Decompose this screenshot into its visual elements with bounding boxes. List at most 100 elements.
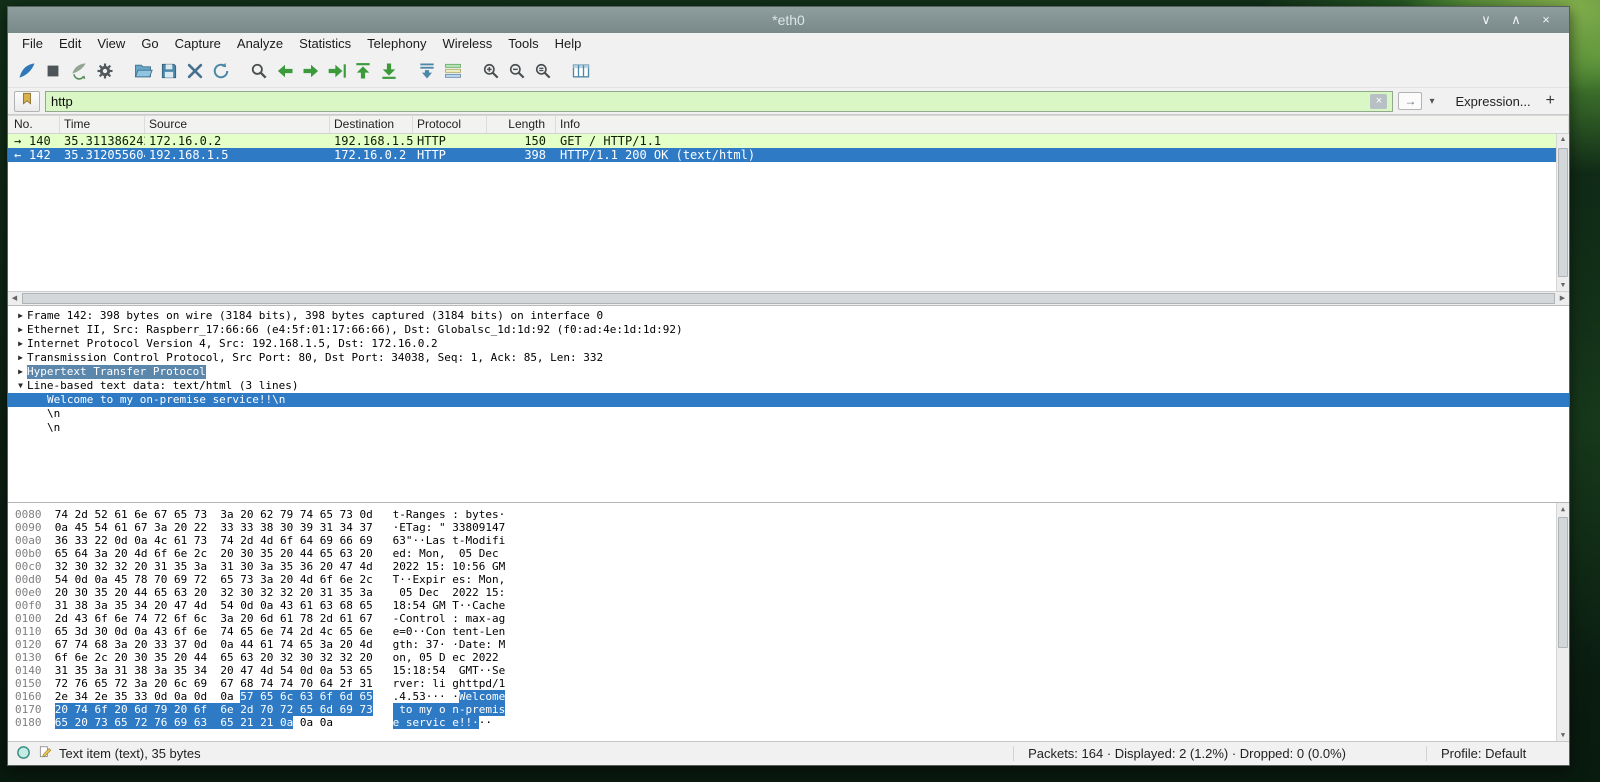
zoom-original-icon[interactable] <box>530 58 556 84</box>
maximize-icon[interactable]: ∧ <box>1509 12 1523 28</box>
scrollbar-thumb[interactable] <box>1558 148 1568 277</box>
colorize-icon[interactable] <box>440 58 466 84</box>
expander-icon[interactable]: ▶ <box>14 323 27 337</box>
column-header-src[interactable]: Source <box>145 116 330 133</box>
menu-tools[interactable]: Tools <box>500 34 546 53</box>
hscrollbar-thumb[interactable] <box>22 293 1555 304</box>
status-profile[interactable]: Profile: Default <box>1426 746 1561 761</box>
column-header-len[interactable]: Length <box>487 116 556 133</box>
filter-apply-button[interactable]: → <box>1398 92 1422 110</box>
packet-list-hscrollbar[interactable]: ◀ ▶ <box>8 291 1569 306</box>
filter-clear-icon[interactable]: × <box>1370 94 1387 109</box>
detail-row[interactable]: \n <box>8 407 1569 421</box>
close-icon[interactable]: × <box>1539 12 1553 28</box>
packet-row-140[interactable]: →14035.311386242172.16.0.2192.168.1.5HTT… <box>8 134 1569 148</box>
expander-icon[interactable]: ▶ <box>14 337 27 351</box>
detail-row[interactable]: ▶Frame 142: 398 bytes on wire (3184 bits… <box>8 309 1569 323</box>
hex-row-0080[interactable]: 0080 74 2d 52 61 6e 67 65 73 3a 20 62 79… <box>15 508 1553 521</box>
filter-dropdown-caret-icon[interactable]: ▾ <box>1427 96 1436 107</box>
packet-list-scrollbar[interactable]: ▲ ▼ <box>1556 134 1569 291</box>
column-header-dst[interactable]: Destination <box>330 116 413 133</box>
menu-help[interactable]: Help <box>547 34 590 53</box>
expression-button[interactable]: Expression... <box>1442 94 1539 109</box>
hex-row-00d0[interactable]: 00d0 54 0d 0a 45 78 70 69 72 65 73 3a 20… <box>15 573 1553 586</box>
reload-icon[interactable] <box>208 58 234 84</box>
scroll-right-icon[interactable]: ▶ <box>1556 292 1569 305</box>
menu-view[interactable]: View <box>89 34 133 53</box>
capture-options-icon[interactable] <box>92 58 118 84</box>
scroll-down-icon[interactable]: ▼ <box>1557 282 1569 289</box>
display-filter-input[interactable]: http × <box>45 91 1393 112</box>
expert-info-icon[interactable] <box>16 745 31 763</box>
save-file-icon[interactable] <box>156 58 182 84</box>
column-header-proto[interactable]: Protocol <box>413 116 487 133</box>
hex-row-0140[interactable]: 0140 31 35 3a 31 38 3a 35 34 20 47 4d 54… <box>15 664 1553 677</box>
capture-stop-icon[interactable] <box>40 58 66 84</box>
menu-go[interactable]: Go <box>133 34 166 53</box>
scroll-up-icon[interactable]: ▲ <box>1557 136 1569 143</box>
detail-row[interactable]: ▼Line-based text data: text/html (3 line… <box>8 379 1569 393</box>
close-file-icon[interactable] <box>182 58 208 84</box>
menu-file[interactable]: File <box>14 34 51 53</box>
hex-row-00e0[interactable]: 00e0 20 30 35 20 44 65 63 20 32 30 32 32… <box>15 586 1553 599</box>
hex-row-0090[interactable]: 0090 0a 45 54 61 67 3a 20 22 33 33 38 30… <box>15 521 1553 534</box>
detail-row[interactable]: ▶Ethernet II, Src: Raspberr_17:66:66 (e4… <box>8 323 1569 337</box>
expander-icon[interactable]: ▶ <box>14 309 27 323</box>
autoscroll-icon[interactable] <box>414 58 440 84</box>
column-header-time[interactable]: Time <box>60 116 145 133</box>
zoom-in-icon[interactable] <box>478 58 504 84</box>
detail-row[interactable]: \n <box>8 421 1569 435</box>
resize-columns-icon[interactable] <box>568 58 594 84</box>
menu-capture[interactable]: Capture <box>167 34 229 53</box>
go-forward-icon[interactable] <box>298 58 324 84</box>
go-bottom-icon[interactable] <box>376 58 402 84</box>
hex-gap <box>42 612 55 625</box>
hex-row-0120[interactable]: 0120 67 74 68 3a 20 33 37 0d 0a 44 61 74… <box>15 638 1553 651</box>
hex-row-00c0[interactable]: 00c0 32 30 32 32 20 31 35 3a 31 30 3a 35… <box>15 560 1553 573</box>
detail-row[interactable]: Welcome to my on-premise service!!\n <box>8 393 1569 407</box>
hex-row-0180[interactable]: 0180 65 20 73 65 72 76 69 63 65 21 21 0a… <box>15 716 1553 729</box>
menu-edit[interactable]: Edit <box>51 34 89 53</box>
menu-wireless[interactable]: Wireless <box>434 34 500 53</box>
menu-statistics[interactable]: Statistics <box>291 34 359 53</box>
packet-row-142[interactable]: ←14235.312055604192.168.1.5172.16.0.2HTT… <box>8 148 1569 162</box>
hex-row-0110[interactable]: 0110 65 3d 30 0d 0a 43 6f 6e 74 65 6e 74… <box>15 625 1553 638</box>
hex-row-00b0[interactable]: 00b0 65 64 3a 20 4d 6f 6e 2c 20 30 35 20… <box>15 547 1553 560</box>
expander-icon[interactable]: ▼ <box>14 379 27 393</box>
title-bar[interactable]: *eth0 ∨ ∧ × <box>8 7 1569 33</box>
hex-row-0170[interactable]: 0170 20 74 6f 20 6d 79 20 6f 6e 2d 70 72… <box>15 703 1553 716</box>
hex-row-0160[interactable]: 0160 2e 34 2e 35 33 0d 0a 0d 0a 57 65 6c… <box>15 690 1553 703</box>
hex-row-0150[interactable]: 0150 72 76 65 72 3a 20 6c 69 67 68 74 74… <box>15 677 1553 690</box>
hex-pane-scrollbar[interactable]: ▲ ▼ <box>1556 503 1569 741</box>
column-header-info[interactable]: Info <box>556 116 1569 133</box>
capture-comment-icon[interactable] <box>38 745 52 762</box>
hex-ascii-char: T <box>406 521 413 534</box>
find-packet-icon[interactable] <box>246 58 272 84</box>
go-top-icon[interactable] <box>350 58 376 84</box>
shade-icon[interactable]: ∨ <box>1479 12 1493 28</box>
capture-restart-icon[interactable] <box>66 58 92 84</box>
go-back-icon[interactable] <box>272 58 298 84</box>
hex-row-00f0[interactable]: 00f0 31 38 3a 35 34 20 47 4d 54 0d 0a 43… <box>15 599 1553 612</box>
scroll-down-icon[interactable]: ▼ <box>1557 731 1569 739</box>
zoom-out-icon[interactable] <box>504 58 530 84</box>
open-file-icon[interactable] <box>130 58 156 84</box>
hex-row-0130[interactable]: 0130 6f 6e 2c 20 30 35 20 44 65 63 20 32… <box>15 651 1553 664</box>
detail-row[interactable]: ▶Transmission Control Protocol, Src Port… <box>8 351 1569 365</box>
filter-bookmark-button[interactable] <box>14 91 40 112</box>
menu-analyze[interactable]: Analyze <box>229 34 291 53</box>
detail-row[interactable]: ▶Hypertext Transfer Protocol <box>8 365 1569 379</box>
menu-telephony[interactable]: Telephony <box>359 34 434 53</box>
scroll-up-icon[interactable]: ▲ <box>1557 505 1569 513</box>
capture-start-icon[interactable] <box>14 58 40 84</box>
detail-row[interactable]: ▶Internet Protocol Version 4, Src: 192.1… <box>8 337 1569 351</box>
filter-add-button[interactable]: + <box>1544 92 1563 110</box>
expander-icon[interactable]: ▶ <box>14 365 27 379</box>
scrollbar-thumb[interactable] <box>1558 517 1568 648</box>
go-to-packet-icon[interactable] <box>324 58 350 84</box>
hex-row-00a0[interactable]: 00a0 36 33 22 0d 0a 4c 61 73 74 2d 4d 6f… <box>15 534 1553 547</box>
column-header-no[interactable]: No. <box>8 116 60 133</box>
hex-row-0100[interactable]: 0100 2d 43 6f 6e 74 72 6f 6c 3a 20 6d 61… <box>15 612 1553 625</box>
expander-icon[interactable]: ▶ <box>14 351 27 365</box>
scroll-left-icon[interactable]: ◀ <box>8 292 21 305</box>
